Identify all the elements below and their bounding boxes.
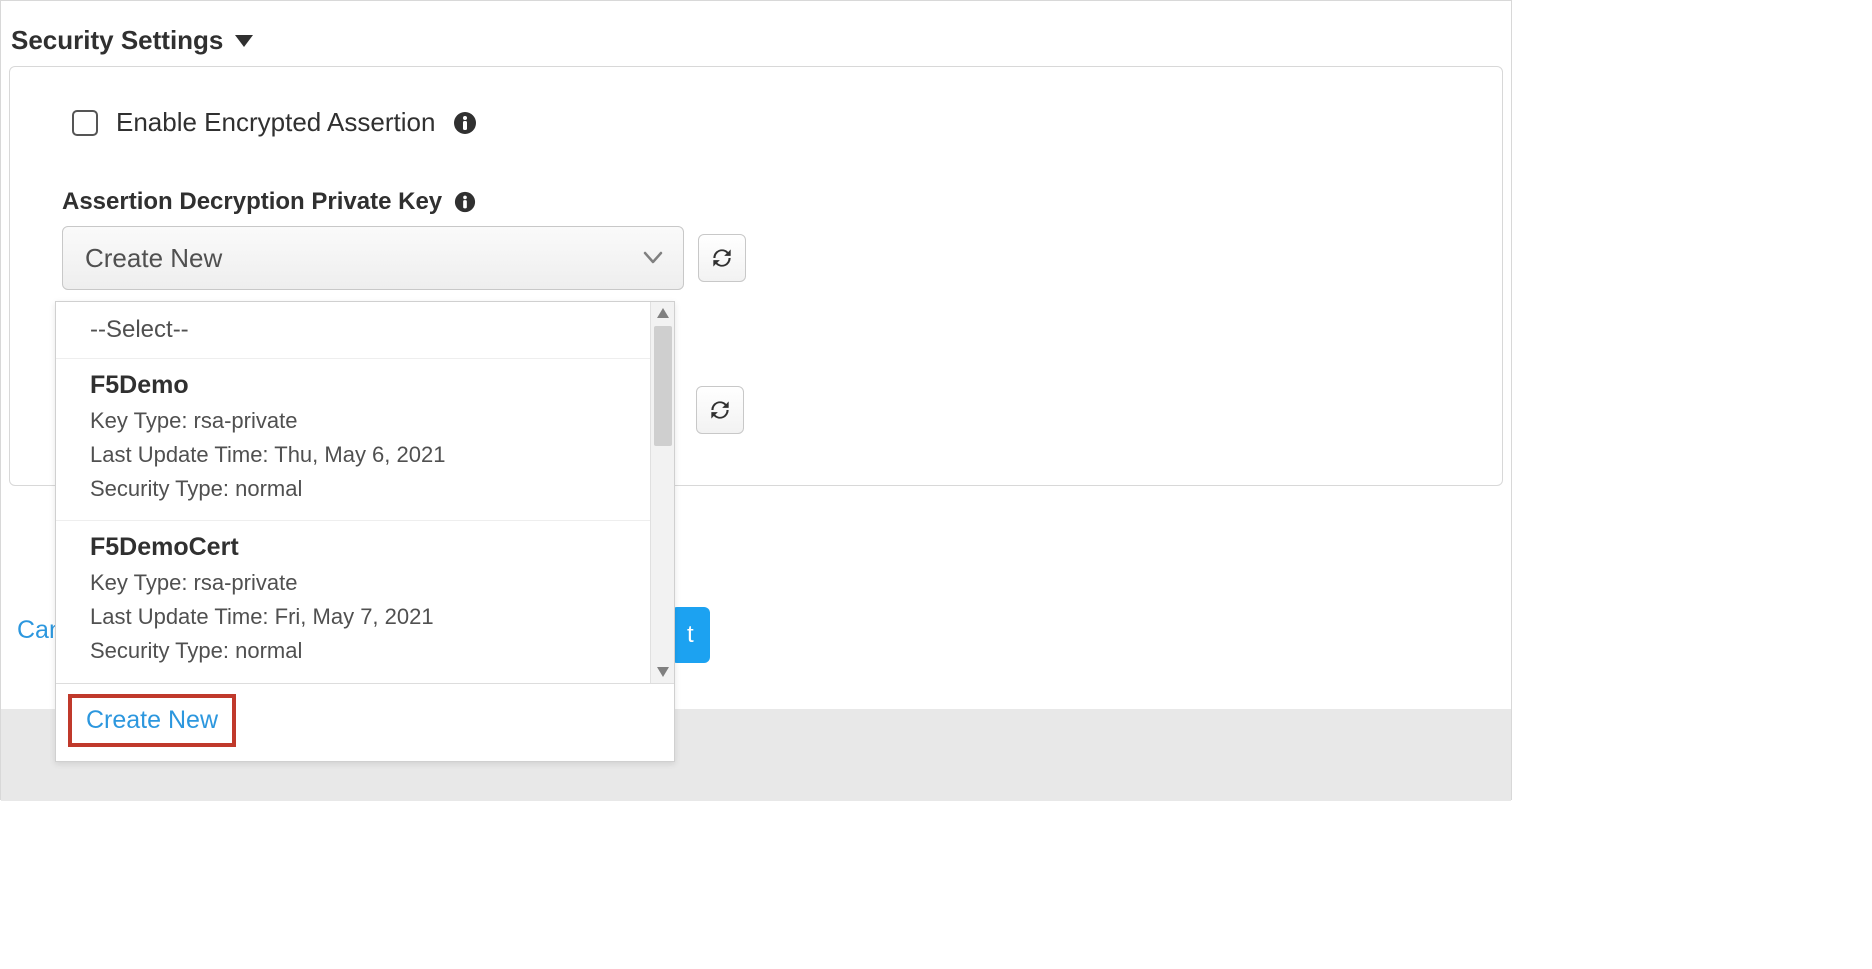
enable-encrypted-assertion-row: Enable Encrypted Assertion xyxy=(62,107,1450,138)
caret-down-icon xyxy=(235,35,253,47)
option-key-type: Key Type: rsa-private xyxy=(90,404,616,438)
dropdown-action-row: Create New xyxy=(56,683,674,761)
field-label-text: Assertion Decryption Private Key xyxy=(62,188,442,216)
assertion-key-dropdown: --Select-- F5Demo Key Type: rsa-private … xyxy=(55,301,675,762)
select-row: Create New xyxy=(62,226,1450,290)
scroll-up-icon[interactable] xyxy=(651,302,674,324)
info-icon[interactable] xyxy=(453,111,477,135)
selected-value: Create New xyxy=(85,243,222,274)
scrollbar-thumb[interactable] xyxy=(654,326,672,446)
option-title: F5DemoCert xyxy=(90,533,616,562)
option-last-update: Last Update Time: Fri, May 7, 2021 xyxy=(90,600,616,634)
dropdown-scroll[interactable]: --Select-- F5Demo Key Type: rsa-private … xyxy=(56,302,674,683)
option-security-type: Security Type: normal xyxy=(90,472,616,506)
create-new-option[interactable]: Create New xyxy=(68,694,236,747)
save-next-button[interactable]: t xyxy=(671,607,710,663)
refresh-button[interactable] xyxy=(696,386,744,434)
option-security-type: Security Type: normal xyxy=(90,634,616,668)
section-header[interactable]: Security Settings xyxy=(1,1,1511,66)
dropdown-option-f5democert[interactable]: F5DemoCert Key Type: rsa-private Last Up… xyxy=(56,521,650,682)
info-icon[interactable] xyxy=(454,191,476,213)
assertion-key-select[interactable]: Create New xyxy=(62,226,684,290)
option-title: F5Demo xyxy=(90,371,616,400)
enable-encrypted-assertion-checkbox[interactable] xyxy=(72,110,98,136)
enable-encrypted-assertion-label: Enable Encrypted Assertion xyxy=(116,107,435,138)
dropdown-placeholder-option[interactable]: --Select-- xyxy=(56,302,650,359)
section-title: Security Settings xyxy=(11,25,223,56)
chevron-down-icon xyxy=(643,251,663,265)
scrollbar[interactable] xyxy=(650,302,674,683)
dropdown-option-f5demo[interactable]: F5Demo Key Type: rsa-private Last Update… xyxy=(56,359,650,521)
option-last-update: Last Update Time: Thu, May 6, 2021 xyxy=(90,438,616,472)
scroll-down-icon[interactable] xyxy=(651,661,674,683)
assertion-decryption-key-label: Assertion Decryption Private Key xyxy=(62,188,1450,216)
refresh-button[interactable] xyxy=(698,234,746,282)
page-container: Security Settings Enable Encrypted Asser… xyxy=(0,0,1512,800)
option-key-type: Key Type: rsa-private xyxy=(90,566,616,600)
